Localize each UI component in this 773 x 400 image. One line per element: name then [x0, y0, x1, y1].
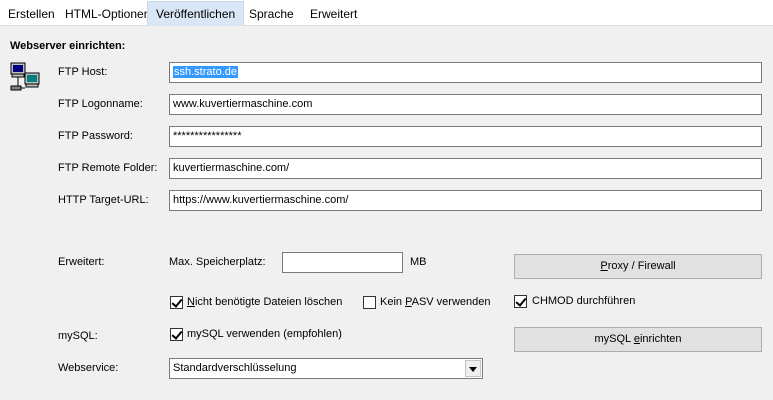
network-computers-icon — [10, 62, 40, 91]
delete-unneeded-label: Nicht benötigte Dateien löschen — [187, 296, 343, 308]
ftp-password-input[interactable]: **************** — [169, 126, 762, 147]
webservice-label: Webservice: — [58, 362, 119, 374]
section-title: Webserver einrichten: — [10, 40, 126, 52]
mysql-label: mySQL: — [58, 330, 98, 342]
no-pasv-label: Kein PASV verwenden — [380, 296, 491, 308]
tab-html-optionen[interactable]: HTML-Optionen — [57, 2, 158, 26]
ftp-folder-label: FTP Remote Folder: — [58, 162, 158, 174]
tab-erstellen[interactable]: Erstellen — [0, 2, 63, 26]
delete-unneeded-checkbox[interactable] — [170, 296, 183, 309]
mysql-use-label: mySQL verwenden (empfohlen) — [187, 328, 342, 340]
webservice-select[interactable]: Standardverschlüsselung — [169, 358, 483, 379]
ftp-login-label: FTP Logonname: — [58, 98, 143, 110]
ftp-host-value: ssh.strato.de — [173, 66, 238, 78]
ftp-host-input[interactable]: ssh.strato.de — [169, 62, 762, 83]
chmod-label: CHMOD durchführen — [532, 295, 636, 307]
http-url-label: HTTP Target-URL: — [58, 194, 149, 206]
ftp-login-input[interactable]: www.kuvertiermaschine.com — [169, 94, 762, 115]
mysql-use-checkbox[interactable] — [170, 328, 183, 341]
chmod-checkbox[interactable] — [514, 295, 527, 308]
chevron-down-icon[interactable] — [465, 360, 481, 377]
ftp-host-label: FTP Host: — [58, 66, 108, 78]
tab-bar: Erstellen HTML-Optionen Veröffentlichen … — [0, 0, 773, 26]
max-storage-label: Max. Speicherplatz: — [169, 256, 266, 268]
tab-erweitert[interactable]: Erweitert — [302, 2, 365, 26]
mysql-setup-button[interactable]: mySQL einrichten — [514, 327, 762, 352]
tab-veroeffentlichen[interactable]: Veröffentlichen — [147, 1, 245, 26]
storage-unit-label: MB — [410, 256, 427, 268]
ftp-password-label: FTP Password: — [58, 130, 133, 142]
tab-sprache[interactable]: Sprache — [241, 2, 302, 26]
no-pasv-checkbox[interactable] — [363, 296, 376, 309]
proxy-firewall-button[interactable]: Proxy / Firewall — [514, 254, 762, 279]
webservice-selected: Standardverschlüsselung — [173, 362, 297, 374]
max-storage-input[interactable] — [282, 252, 403, 273]
ftp-folder-input[interactable]: kuvertiermaschine.com/ — [169, 158, 762, 179]
advanced-label: Erweitert: — [58, 256, 105, 268]
http-url-input[interactable]: https://www.kuvertiermaschine.com/ — [169, 190, 762, 211]
